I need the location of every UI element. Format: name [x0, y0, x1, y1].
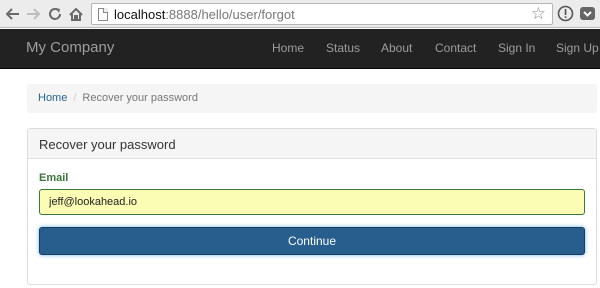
nav-sign-in[interactable]: Sign In [498, 41, 535, 55]
address-bar[interactable]: localhost:8888/hello/user/forgot ☆ [91, 3, 553, 25]
breadcrumb-separator: / [73, 92, 77, 104]
url-text: localhost:8888/hello/user/forgot [114, 7, 295, 22]
nav-contact[interactable]: Contact [435, 41, 476, 55]
nav-status[interactable]: Status [326, 41, 360, 55]
home-icon[interactable] [67, 5, 85, 23]
email-field[interactable] [39, 189, 585, 215]
breadcrumb-current: Recover your password [82, 92, 198, 104]
reload-icon[interactable] [46, 5, 64, 23]
forward-arrow-icon[interactable] [24, 5, 42, 23]
recover-password-panel: Recover your password Email Continue [27, 128, 597, 285]
breadcrumb-home-link[interactable]: Home [38, 92, 67, 104]
email-label: Email [39, 172, 69, 184]
pocket-icon[interactable] [579, 5, 596, 22]
page-icon [98, 8, 108, 21]
nav-sign-up[interactable]: Sign Up [556, 41, 599, 55]
panel-title: Recover your password [28, 129, 596, 159]
panel-body: Email Continue [28, 159, 596, 267]
navbar: My Company Home Status About Contact Sig… [0, 29, 600, 69]
back-arrow-icon[interactable] [4, 5, 22, 23]
browser-toolbar: localhost:8888/hello/user/forgot ☆ [0, 0, 600, 28]
brand-link[interactable]: My Company [26, 39, 114, 56]
continue-button[interactable]: Continue [39, 227, 585, 255]
nav-about[interactable]: About [381, 41, 412, 55]
bookmark-star-icon[interactable]: ☆ [531, 5, 546, 22]
info-circle-icon[interactable] [557, 5, 574, 22]
nav-home[interactable]: Home [272, 41, 304, 55]
breadcrumb: Home / Recover your password [27, 84, 597, 113]
